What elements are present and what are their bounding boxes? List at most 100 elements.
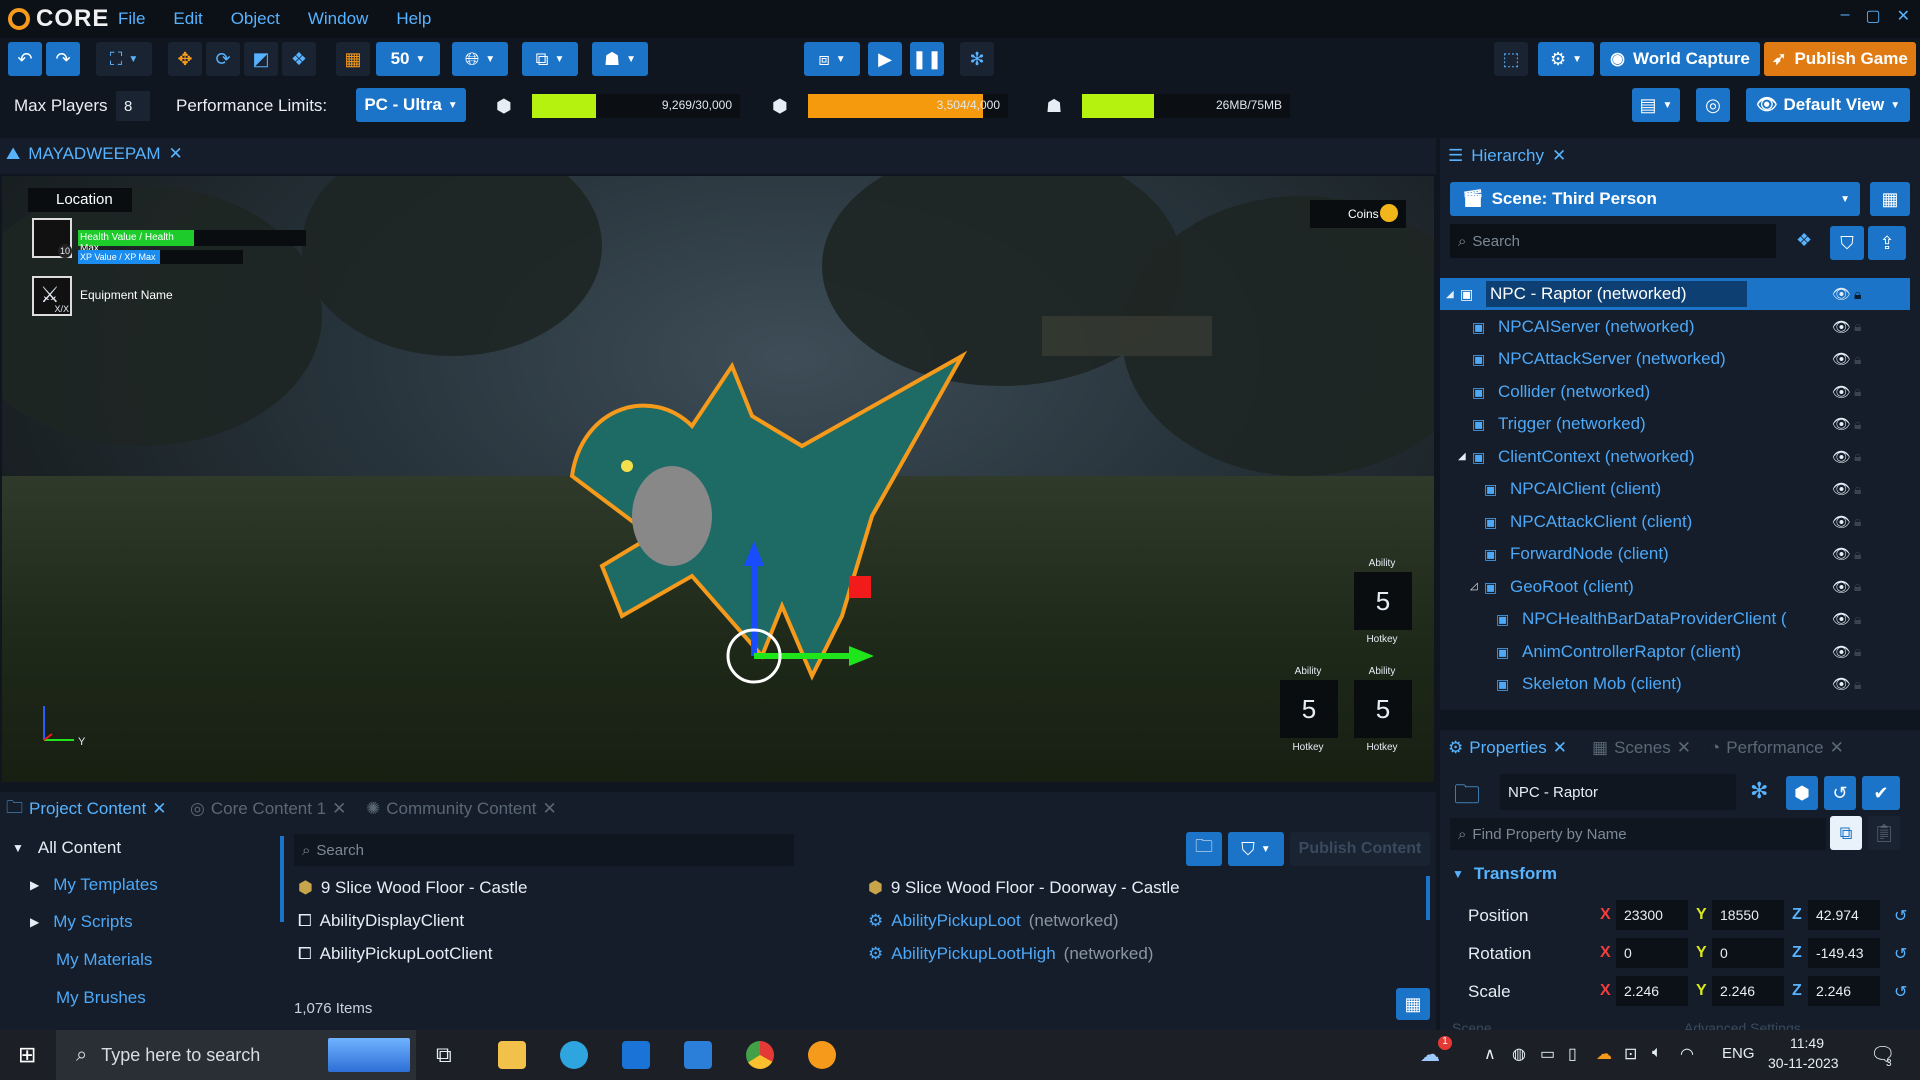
lock-icon[interactable]: 🔒︎: [1854, 416, 1861, 433]
file-explorer-icon[interactable]: [498, 1041, 526, 1069]
menu-window[interactable]: Window: [308, 9, 368, 29]
tree-my-brushes[interactable]: My Brushes: [56, 988, 146, 1008]
wifi-icon[interactable]: ◠: [1680, 1044, 1694, 1064]
hierarchy-row[interactable]: ▣ Skeleton Mob (client) 👁︎ 🔒︎: [1440, 668, 1910, 700]
minimize-button[interactable]: –: [1841, 6, 1850, 26]
tree-my-templates[interactable]: ▶ My Templates: [30, 875, 158, 895]
close-icon[interactable]: ✕: [169, 144, 183, 164]
redo-button[interactable]: ↷: [46, 42, 80, 76]
visibility-eye-icon[interactable]: 👁︎: [1832, 415, 1851, 433]
new-folder-button[interactable]: 🗀︎: [1186, 832, 1222, 866]
menu-help[interactable]: Help: [396, 9, 431, 29]
hierarchy-row[interactable]: ▣ Collider (networked) 👁︎ 🔒︎: [1440, 376, 1910, 408]
volume-icon[interactable]: 🔈︎: [1652, 1044, 1662, 1062]
content-splitter[interactable]: [280, 836, 284, 922]
content-item[interactable]: ⬢ 9 Slice Wood Floor - Doorway - Castle: [868, 878, 1188, 898]
reset-icon[interactable]: ↺: [1894, 944, 1907, 964]
close-icon[interactable]: ✕: [332, 799, 346, 819]
upload-button[interactable]: ⇪: [1868, 226, 1906, 260]
template-button[interactable]: ⬢: [1786, 776, 1818, 810]
visibility-eye-icon[interactable]: 👁︎: [1832, 285, 1851, 303]
world-space-dropdown[interactable]: 🌐︎ ▼: [452, 42, 508, 76]
menu-object[interactable]: Object: [231, 9, 280, 29]
tree-my-scripts[interactable]: ▶ My Scripts: [30, 912, 133, 932]
settings-gear-button[interactable]: ✻: [960, 42, 994, 76]
scene-dropdown[interactable]: 🎬︎ Scene: Third Person ▼: [1450, 182, 1860, 216]
content-item[interactable]: ⚙ AbilityPickupLootHigh (networked): [868, 944, 1153, 964]
transform-y-field[interactable]: 0: [1712, 938, 1784, 968]
weather-icon[interactable]: ☁: [1420, 1042, 1440, 1067]
lock-icon[interactable]: 🔒︎: [1854, 676, 1861, 693]
reset-icon[interactable]: ↺: [1894, 982, 1907, 1002]
hierarchy-row[interactable]: ◢ ▣ NPC - Raptor (networked) 👁︎ 🔒︎: [1440, 278, 1910, 310]
lock-icon[interactable]: 🔒︎: [1854, 513, 1861, 530]
tray-app-icon[interactable]: ◍: [1512, 1044, 1526, 1064]
core-app-icon[interactable]: [808, 1041, 836, 1069]
hierarchy-row[interactable]: ▣ NPCAttackClient (client) 👁︎ 🔒︎: [1440, 506, 1910, 538]
gizmo-x-handle[interactable]: [849, 576, 871, 598]
snap-dropdown[interactable]: ⧉ ▼: [522, 42, 578, 76]
clock-date[interactable]: 30-11-2023: [1768, 1055, 1839, 1071]
tree-all-content[interactable]: ▼ All Content: [12, 838, 121, 858]
player-dropdown[interactable]: ☗ ▼: [592, 42, 648, 76]
filter-button[interactable]: ⛉: [1830, 226, 1864, 260]
network-icon[interactable]: ✻: [1750, 778, 1768, 804]
lock-icon[interactable]: 🔒︎: [1854, 643, 1861, 660]
object-filter-icon[interactable]: ❖: [1796, 230, 1812, 251]
paste-button[interactable]: 📋︎: [1868, 816, 1900, 850]
menu-file[interactable]: File: [118, 9, 145, 29]
undo-button[interactable]: ↶: [8, 42, 42, 76]
visibility-eye-icon[interactable]: 👁︎: [1832, 318, 1851, 336]
publish-content-button[interactable]: Publish Content: [1290, 832, 1430, 866]
chrome-icon[interactable]: [746, 1041, 774, 1069]
close-icon[interactable]: ✕: [1677, 738, 1691, 758]
multiplayer-preview-dropdown[interactable]: ⧈ ▼: [804, 42, 860, 76]
expand-arrow-icon[interactable]: ◿: [1470, 581, 1484, 592]
visibility-eye-icon[interactable]: 👁︎: [1832, 675, 1851, 693]
cloud-icon[interactable]: ☁: [1596, 1044, 1612, 1064]
transform-gizmo[interactable]: [724, 536, 884, 716]
view-options-button[interactable]: ◎: [1696, 88, 1730, 122]
content-search-input[interactable]: ⌕ Search: [294, 834, 794, 866]
object-tool-button[interactable]: ❖: [282, 42, 316, 76]
grid-view-button[interactable]: ▦: [1396, 988, 1430, 1020]
hierarchy-search-input[interactable]: ⌕ Search: [1450, 224, 1776, 258]
lock-icon[interactable]: 🔒︎: [1854, 351, 1861, 368]
transform-z-field[interactable]: 2.246: [1808, 976, 1880, 1006]
visibility-eye-icon[interactable]: 👁︎: [1832, 610, 1851, 628]
object-name-field[interactable]: NPC - Raptor: [1500, 774, 1736, 810]
task-view-icon[interactable]: ⧉: [436, 1042, 452, 1068]
menu-edit[interactable]: Edit: [173, 9, 202, 29]
expand-arrow-icon[interactable]: ◢: [1458, 451, 1472, 462]
hierarchy-row[interactable]: ▣ NPCAIClient (client) 👁︎ 🔒︎: [1440, 473, 1910, 505]
content-item[interactable]: ⬢ 9 Slice Wood Floor - Castle: [298, 878, 535, 898]
tab-performance[interactable]: ◔ Performance ✕: [1710, 738, 1844, 758]
lock-icon[interactable]: 🔒︎: [1854, 383, 1861, 400]
tree-my-materials[interactable]: My Materials: [56, 950, 152, 970]
transform-z-field[interactable]: 42.974: [1808, 900, 1880, 930]
transform-x-field[interactable]: 23300: [1616, 900, 1688, 930]
close-window-button[interactable]: ✕: [1897, 6, 1910, 26]
pause-button[interactable]: ❚❚: [910, 42, 944, 76]
visibility-eye-icon[interactable]: 👁︎: [1832, 350, 1851, 368]
viewport-tab[interactable]: ⛰ MAYADWEEPAM ✕: [6, 144, 183, 164]
apply-button[interactable]: ✔: [1862, 776, 1900, 810]
tab-community-content[interactable]: ✺ Community Content ✕: [366, 792, 557, 826]
lock-icon[interactable]: 🔒︎: [1854, 481, 1861, 498]
content-item[interactable]: ⧠ AbilityPickupLootClient: [298, 944, 501, 964]
edge-icon[interactable]: [560, 1041, 588, 1069]
hierarchy-row[interactable]: ▣ NPCHealthBarDataProviderClient (👁︎ 🔒︎: [1440, 603, 1910, 635]
hierarchy-row[interactable]: ▣ NPCAttackServer (networked) 👁︎ 🔒︎: [1440, 343, 1910, 375]
mail-icon[interactable]: [622, 1041, 650, 1069]
hierarchy-row[interactable]: ▣ ForwardNode (client) 👁︎ 🔒︎: [1440, 538, 1910, 570]
display-icon[interactable]: ⊡: [1624, 1044, 1637, 1064]
lock-icon[interactable]: 🔒︎: [1854, 611, 1861, 628]
camera-dropdown[interactable]: ⚙ ▼: [1538, 42, 1594, 76]
tab-scenes[interactable]: ▦ Scenes ✕: [1592, 738, 1691, 758]
visibility-eye-icon[interactable]: 👁︎: [1832, 448, 1851, 466]
tab-properties[interactable]: ⚙ Properties ✕: [1448, 738, 1567, 758]
transform-z-field[interactable]: -149.43: [1808, 938, 1880, 968]
find-property-input[interactable]: ⌕ Find Property by Name: [1450, 818, 1826, 850]
close-icon[interactable]: ✕: [152, 799, 166, 819]
device-icon[interactable]: ▯: [1568, 1044, 1577, 1064]
